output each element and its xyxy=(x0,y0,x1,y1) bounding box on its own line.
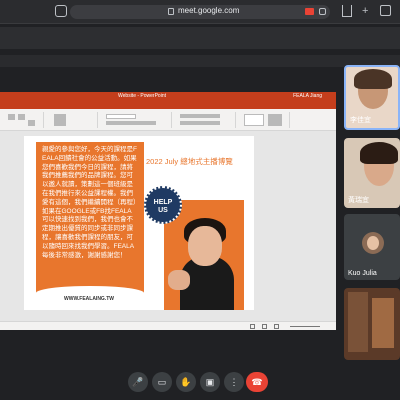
slide-title: 2022 July 總地式主播博覽 xyxy=(146,157,233,166)
help-badge-line1: HELP xyxy=(153,199,173,206)
meet-info-strip xyxy=(0,55,400,67)
lock-icon xyxy=(168,8,174,15)
slide-thumbnails xyxy=(4,134,18,314)
tab-overview-icon[interactable] xyxy=(380,5,391,16)
ribbon-group-slides xyxy=(48,112,98,128)
mic-icon: 🎤 xyxy=(132,377,144,387)
avatar-face xyxy=(367,236,379,250)
ribbon-group-clipboard xyxy=(4,112,44,128)
list-buttons xyxy=(180,114,220,118)
participant-hair xyxy=(354,69,392,89)
participant-avatar xyxy=(362,232,384,254)
ppt-title-bar: Website - PowerPoint FEALA Jiang xyxy=(0,92,336,101)
participant-tile[interactable]: Kuo Julia xyxy=(344,214,400,280)
new-tab-icon[interactable]: + xyxy=(362,6,368,17)
ppt-user-name: FEALA Jiang xyxy=(293,93,322,99)
address-bar[interactable]: meet.google.com xyxy=(70,5,330,19)
more-options-button[interactable]: ⋮ xyxy=(224,372,244,392)
share-icon[interactable] xyxy=(342,5,352,17)
hangup-icon: ☎ xyxy=(251,377,263,387)
reading-view-icon[interactable] xyxy=(274,324,279,329)
participant-tile[interactable] xyxy=(344,288,400,360)
meet-top-strip xyxy=(0,27,400,49)
zoom-slider[interactable] xyxy=(290,326,320,327)
mic-button[interactable]: 🎤 xyxy=(128,372,148,392)
hand-icon: ✋ xyxy=(180,377,192,387)
sorter-view-icon[interactable] xyxy=(262,324,267,329)
sidebar-toggle-icon[interactable] xyxy=(55,5,67,17)
participant-hair xyxy=(360,142,398,164)
normal-view-icon[interactable] xyxy=(250,324,255,329)
url-text: meet.google.com xyxy=(178,6,240,15)
camera-icon: ▭ xyxy=(157,377,167,387)
ribbon-group-drawing xyxy=(240,112,290,128)
bookshelf xyxy=(348,292,368,352)
ribbon-group-font xyxy=(102,112,172,128)
new-slide-icon xyxy=(54,114,66,126)
paste-icon xyxy=(8,114,15,120)
photo-face xyxy=(188,226,222,266)
leave-call-button[interactable]: ☎ xyxy=(246,372,268,392)
slide-body-text: 親愛的參與您好，今天的課程是FEALA回饋社會的公益活動。如果您們喜歡我們今日的… xyxy=(42,146,137,259)
camera-in-use-icon[interactable] xyxy=(305,8,314,15)
browser-toolbar: meet.google.com + xyxy=(0,0,400,24)
cut-icon xyxy=(18,114,25,120)
copy-icon xyxy=(28,120,35,126)
align-buttons xyxy=(180,121,220,125)
ppt-window-title: Website - PowerPoint xyxy=(118,93,166,99)
participant-tile[interactable]: 黃瑞宜 xyxy=(344,138,400,208)
font-style-buttons xyxy=(106,121,156,125)
arrange-icon xyxy=(268,114,282,126)
meeting-controls: 🎤 ▭ ✋ ▣ ⋮ ☎ xyxy=(0,372,400,394)
ribbon-group-paragraph xyxy=(176,112,236,128)
participant-name: 李佳宜 xyxy=(350,117,371,124)
slide: 親愛的參與您好，今天的課程是FEALA回饋社會的公益活動。如果您們喜歡我們今日的… xyxy=(24,136,254,310)
shared-screen: Website - PowerPoint FEALA Jiang 親愛的參與您好 xyxy=(0,92,336,330)
help-us-badge: HELP US xyxy=(144,186,182,224)
photo-pointing-hand xyxy=(168,270,190,290)
camera-button[interactable]: ▭ xyxy=(152,372,172,392)
bookshelf xyxy=(372,298,394,348)
raise-hand-button[interactable]: ✋ xyxy=(176,372,196,392)
reader-icon[interactable] xyxy=(319,8,326,15)
shapes-gallery xyxy=(244,114,264,126)
ppt-status-bar xyxy=(0,321,336,330)
present-button[interactable]: ▣ xyxy=(200,372,220,392)
ppt-ribbon-tabs xyxy=(0,101,336,109)
font-name-box xyxy=(106,114,136,119)
participant-tile[interactable]: 李佳宜 xyxy=(344,65,400,130)
help-badge-line2: US xyxy=(158,207,168,214)
participant-name: 黃瑞宜 xyxy=(348,197,369,204)
participant-name: Kuo Julia xyxy=(348,270,377,277)
more-icon: ⋮ xyxy=(229,377,239,387)
slide-website: WWW.FEALAING.TW xyxy=(64,296,114,302)
present-icon: ▣ xyxy=(205,377,215,387)
ppt-ribbon xyxy=(0,109,336,131)
